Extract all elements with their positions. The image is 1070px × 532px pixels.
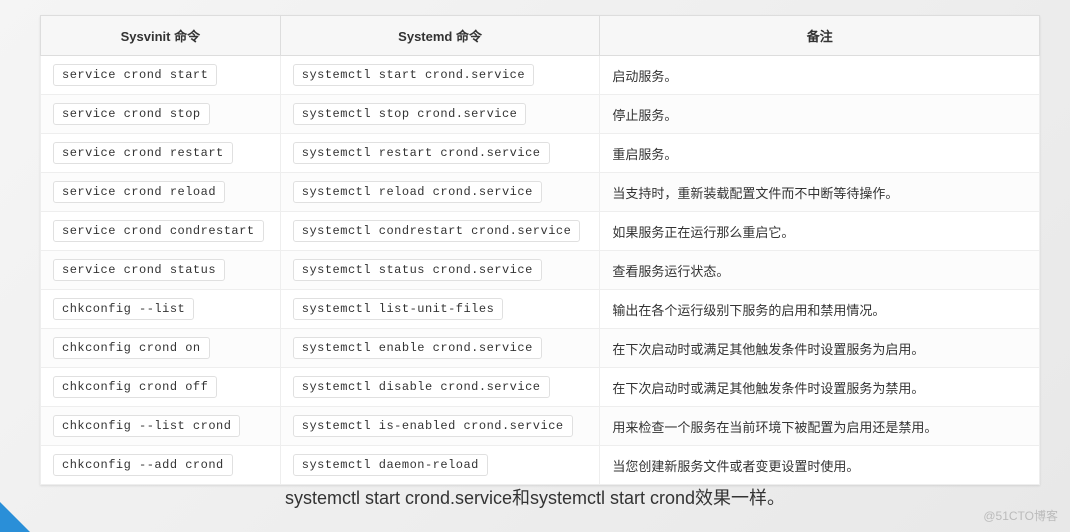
note-cell: 当支持时，重新装载配置文件而不中断等待操作。 xyxy=(600,173,1040,212)
systemd-command: systemctl is-enabled crond.service xyxy=(293,415,573,437)
systemd-command: systemctl stop crond.service xyxy=(293,103,527,125)
sysvinit-cell: service crond status xyxy=(41,251,281,290)
table-row: service crond reload systemctl reload cro… xyxy=(41,173,1040,212)
systemd-cell: systemctl status crond.service xyxy=(280,251,600,290)
systemd-cell: systemctl stop crond.service xyxy=(280,95,600,134)
table: Sysvinit 命令 Systemd 命令 备注 service crond … xyxy=(40,15,1040,485)
note-cell: 启动服务。 xyxy=(600,56,1040,95)
note-cell: 在下次启动时或满足其他触发条件时设置服务为禁用。 xyxy=(600,368,1040,407)
systemd-cell: systemctl enable crond.service xyxy=(280,329,600,368)
systemd-cell: systemctl start crond.service xyxy=(280,56,600,95)
table-row: service crond restart systemctl restart c… xyxy=(41,134,1040,173)
systemd-cell: systemctl condrestart crond.service xyxy=(280,212,600,251)
sysvinit-command: service crond reload xyxy=(53,181,225,203)
note-cell: 如果服务正在运行那么重启它。 xyxy=(600,212,1040,251)
header-systemd: Systemd 命令 xyxy=(280,16,600,56)
sysvinit-cell: chkconfig --list xyxy=(41,290,281,329)
note-cell: 输出在各个运行级别下服务的启用和禁用情况。 xyxy=(600,290,1040,329)
table-row: chkconfig crond on systemctl enable crond… xyxy=(41,329,1040,368)
sysvinit-command: service crond start xyxy=(53,64,217,86)
sysvinit-command: chkconfig crond off xyxy=(53,376,217,398)
caption-text: systemctl start crond.service和systemctl … xyxy=(0,484,1070,510)
header-note: 备注 xyxy=(600,16,1040,56)
systemd-command: systemctl daemon-reload xyxy=(293,454,488,476)
sysvinit-cell: service crond start xyxy=(41,56,281,95)
systemd-command: systemctl reload crond.service xyxy=(293,181,542,203)
systemd-command: systemctl condrestart crond.service xyxy=(293,220,581,242)
sysvinit-cell: service crond reload xyxy=(41,173,281,212)
table-row: service crond condrestart systemctl condr… xyxy=(41,212,1040,251)
sysvinit-command: service crond restart xyxy=(53,142,233,164)
corner-decoration xyxy=(0,502,30,532)
sysvinit-command: chkconfig crond on xyxy=(53,337,210,359)
table-row: chkconfig --add crond systemctl daemon-re… xyxy=(41,446,1040,485)
watermark-text: @51CTO博客 xyxy=(983,507,1058,524)
sysvinit-cell: chkconfig --add crond xyxy=(41,446,281,485)
note-cell: 重启服务。 xyxy=(600,134,1040,173)
table-row: chkconfig --list crond systemctl is-enabl… xyxy=(41,407,1040,446)
systemd-cell: systemctl daemon-reload xyxy=(280,446,600,485)
systemd-command: systemctl list-unit-files xyxy=(293,298,504,320)
sysvinit-cell: chkconfig crond on xyxy=(41,329,281,368)
table-row: service crond status systemctl status cro… xyxy=(41,251,1040,290)
note-cell: 在下次启动时或满足其他触发条件时设置服务为启用。 xyxy=(600,329,1040,368)
systemd-cell: systemctl restart crond.service xyxy=(280,134,600,173)
command-comparison-table: Sysvinit 命令 Systemd 命令 备注 service crond … xyxy=(40,15,1040,485)
sysvinit-command: chkconfig --add crond xyxy=(53,454,233,476)
sysvinit-command: chkconfig --list crond xyxy=(53,415,240,437)
table-row: chkconfig crond off systemctl disable cro… xyxy=(41,368,1040,407)
systemd-command: systemctl disable crond.service xyxy=(293,376,550,398)
note-cell: 停止服务。 xyxy=(600,95,1040,134)
note-cell: 查看服务运行状态。 xyxy=(600,251,1040,290)
systemd-command: systemctl restart crond.service xyxy=(293,142,550,164)
table-row: service crond stop systemctl stop crond.s… xyxy=(41,95,1040,134)
sysvinit-command: service crond condrestart xyxy=(53,220,264,242)
table-header-row: Sysvinit 命令 Systemd 命令 备注 xyxy=(41,16,1040,56)
table-row: service crond start systemctl start crond… xyxy=(41,56,1040,95)
note-cell: 当您创建新服务文件或者变更设置时使用。 xyxy=(600,446,1040,485)
systemd-cell: systemctl disable crond.service xyxy=(280,368,600,407)
systemd-command: systemctl enable crond.service xyxy=(293,337,542,359)
sysvinit-cell: service crond restart xyxy=(41,134,281,173)
note-cell: 用来检查一个服务在当前环境下被配置为启用还是禁用。 xyxy=(600,407,1040,446)
sysvinit-command: service crond status xyxy=(53,259,225,281)
header-sysvinit: Sysvinit 命令 xyxy=(41,16,281,56)
systemd-cell: systemctl list-unit-files xyxy=(280,290,600,329)
systemd-command: systemctl status crond.service xyxy=(293,259,542,281)
sysvinit-cell: chkconfig --list crond xyxy=(41,407,281,446)
systemd-cell: systemctl is-enabled crond.service xyxy=(280,407,600,446)
sysvinit-cell: service crond stop xyxy=(41,95,281,134)
systemd-cell: systemctl reload crond.service xyxy=(280,173,600,212)
table-row: chkconfig --list systemctl list-unit-file… xyxy=(41,290,1040,329)
sysvinit-command: chkconfig --list xyxy=(53,298,194,320)
systemd-command: systemctl start crond.service xyxy=(293,64,534,86)
sysvinit-command: service crond stop xyxy=(53,103,210,125)
sysvinit-cell: chkconfig crond off xyxy=(41,368,281,407)
sysvinit-cell: service crond condrestart xyxy=(41,212,281,251)
